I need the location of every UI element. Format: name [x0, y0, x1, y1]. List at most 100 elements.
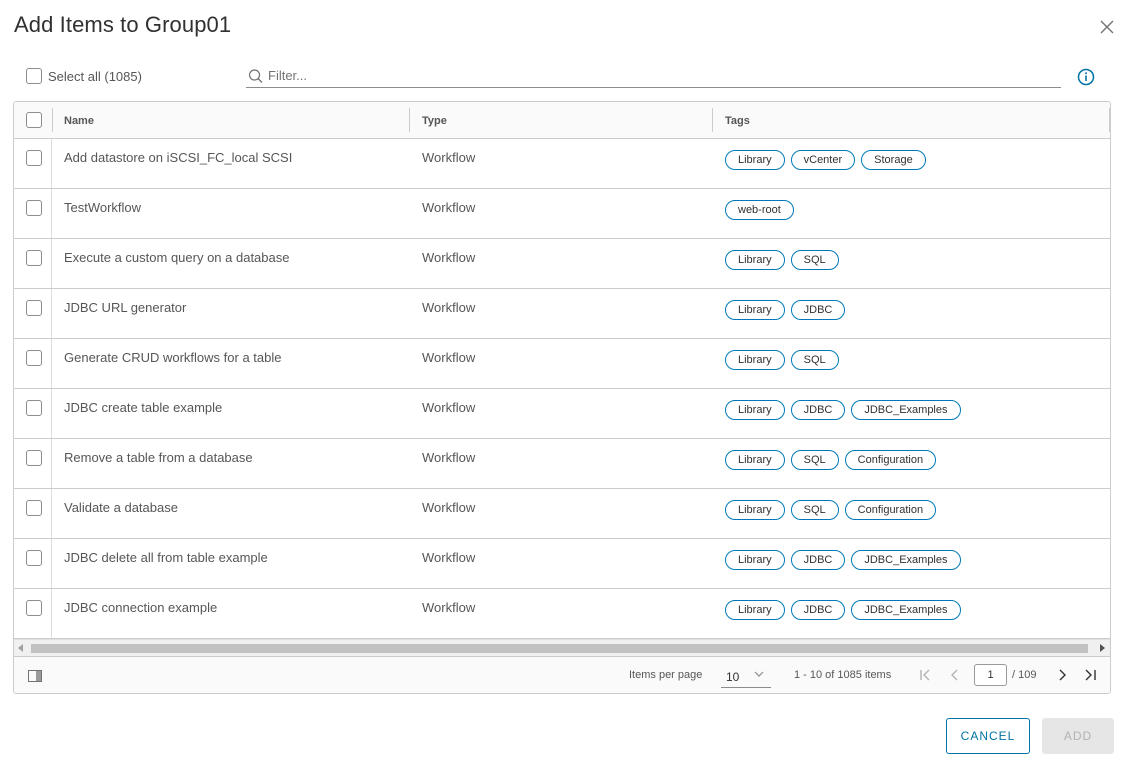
row-name: Execute a custom query on a database — [64, 250, 290, 265]
row-name: Remove a table from a database — [64, 450, 253, 465]
prev-page-icon[interactable] — [947, 667, 963, 683]
tag-label[interactable]: Library — [725, 550, 785, 570]
tag-label[interactable]: Configuration — [844, 500, 937, 520]
select-all-checkbox[interactable] — [26, 68, 42, 84]
tag-label[interactable]: Library — [725, 350, 785, 370]
tag-label[interactable]: Library — [725, 150, 785, 170]
item-range-text: 1 - 10 of 1085 items — [794, 669, 892, 681]
tag-label[interactable]: Configuration — [844, 450, 937, 470]
table-row[interactable]: JDBC URL generator Workflow Library JDBC — [14, 289, 1110, 339]
row-separator — [51, 139, 52, 188]
column-toggle-icon[interactable] — [28, 669, 42, 682]
row-separator — [51, 489, 52, 538]
row-name: JDBC delete all from table example — [64, 550, 268, 565]
row-checkbox[interactable] — [26, 350, 42, 366]
row-name: Add datastore on iSCSI_FC_local SCSI — [64, 150, 293, 165]
filter-field[interactable] — [246, 64, 1061, 88]
tag-label[interactable]: JDBC — [790, 550, 846, 570]
column-separator[interactable] — [1109, 108, 1110, 132]
column-separator[interactable] — [409, 108, 410, 132]
table-row[interactable]: TestWorkflow Workflow web-root — [14, 189, 1110, 239]
row-checkbox[interactable] — [26, 200, 42, 216]
tag-label[interactable]: Library — [725, 500, 785, 520]
table-row[interactable]: Validate a database Workflow Library SQL Con… — [14, 489, 1110, 539]
row-checkbox[interactable] — [26, 600, 42, 616]
row-type: Workflow — [422, 600, 476, 615]
table-row[interactable]: Execute a custom query on a database Work… — [14, 239, 1110, 289]
filter-input[interactable] — [268, 65, 1048, 86]
row-checkbox[interactable] — [26, 300, 42, 316]
table-row[interactable]: JDBC create table example Workflow Library… — [14, 389, 1110, 439]
tag-label[interactable]: JDBC — [790, 600, 846, 620]
column-separator[interactable] — [712, 108, 713, 132]
table-row[interactable]: JDBC delete all from table example Workfl… — [14, 539, 1110, 589]
scroll-right-arrow[interactable] — [1100, 644, 1105, 652]
info-icon[interactable] — [1077, 68, 1095, 86]
row-separator — [51, 289, 52, 338]
row-separator — [51, 589, 52, 638]
scroll-left-arrow[interactable] — [18, 644, 23, 652]
select-all-control[interactable]: Select all (1085) — [26, 67, 142, 85]
tag-label[interactable]: SQL — [790, 450, 839, 470]
row-separator — [51, 539, 52, 588]
horizontal-scrollbar[interactable] — [14, 639, 1110, 656]
next-page-icon[interactable] — [1054, 667, 1070, 683]
row-name: JDBC URL generator — [64, 300, 187, 315]
tag-label[interactable]: vCenter — [790, 150, 856, 170]
tag-label[interactable]: Library — [725, 450, 785, 470]
header-select-checkbox[interactable] — [26, 112, 42, 128]
tag-label[interactable]: Library — [725, 600, 785, 620]
tag-label[interactable]: JDBC_Examples — [851, 600, 961, 620]
row-tags: Library JDBC — [725, 300, 846, 320]
grid-header: Name Type Tags — [14, 102, 1110, 139]
table-row[interactable]: Remove a table from a database Workflow Li… — [14, 439, 1110, 489]
row-checkbox[interactable] — [26, 450, 42, 466]
tag-label[interactable]: SQL — [790, 350, 839, 370]
tag-label[interactable]: web-root — [725, 200, 794, 220]
row-type: Workflow — [422, 350, 476, 365]
row-separator — [51, 239, 52, 288]
last-page-icon[interactable] — [1082, 667, 1098, 683]
tag-label[interactable]: JDBC — [790, 400, 846, 420]
row-type: Workflow — [422, 200, 476, 215]
column-header-name[interactable]: Name — [64, 102, 94, 139]
tag-label[interactable]: JDBC — [790, 300, 846, 320]
add-button[interactable]: ADD — [1042, 718, 1114, 754]
chevron-down-icon — [754, 668, 764, 678]
close-icon[interactable] — [1097, 17, 1117, 37]
current-page-input[interactable]: 1 — [974, 664, 1007, 686]
items-per-page-select[interactable]: 10 — [721, 666, 771, 688]
scrollbar-thumb[interactable] — [31, 644, 1088, 653]
grid-footer: Items per page 10 1 - 10 of 1085 items 1… — [14, 656, 1110, 693]
tag-label[interactable]: JDBC_Examples — [851, 550, 961, 570]
tag-label[interactable]: Library — [725, 250, 785, 270]
tag-label[interactable]: SQL — [790, 500, 839, 520]
row-type: Workflow — [422, 450, 476, 465]
tag-label[interactable]: Storage — [861, 150, 926, 170]
row-checkbox[interactable] — [26, 500, 42, 516]
row-checkbox[interactable] — [26, 400, 42, 416]
cancel-button[interactable]: CANCEL — [946, 718, 1030, 754]
select-all-label: Select all (1085) — [48, 68, 142, 84]
row-tags: Library SQL — [725, 250, 839, 270]
table-row[interactable]: Generate CRUD workflows for a table Workf… — [14, 339, 1110, 389]
table-row[interactable]: Add datastore on iSCSI_FC_local SCSI Work… — [14, 139, 1110, 189]
row-separator — [51, 389, 52, 438]
row-checkbox[interactable] — [26, 550, 42, 566]
column-header-tags[interactable]: Tags — [725, 102, 750, 139]
tag-label[interactable]: Library — [725, 300, 785, 320]
row-separator — [51, 439, 52, 488]
column-header-type[interactable]: Type — [422, 102, 447, 139]
first-page-icon[interactable] — [918, 667, 934, 683]
tag-label[interactable]: JDBC_Examples — [851, 400, 961, 420]
row-checkbox[interactable] — [26, 150, 42, 166]
row-name: TestWorkflow — [64, 200, 142, 215]
column-separator[interactable] — [52, 108, 53, 132]
row-separator — [51, 339, 52, 388]
tag-label[interactable]: Library — [725, 400, 785, 420]
row-tags: Library JDBC JDBC_Examples — [725, 600, 961, 620]
row-checkbox[interactable] — [26, 250, 42, 266]
row-name: JDBC create table example — [64, 400, 223, 415]
tag-label[interactable]: SQL — [790, 250, 839, 270]
table-row[interactable]: JDBC connection example Workflow Library JD… — [14, 589, 1110, 639]
